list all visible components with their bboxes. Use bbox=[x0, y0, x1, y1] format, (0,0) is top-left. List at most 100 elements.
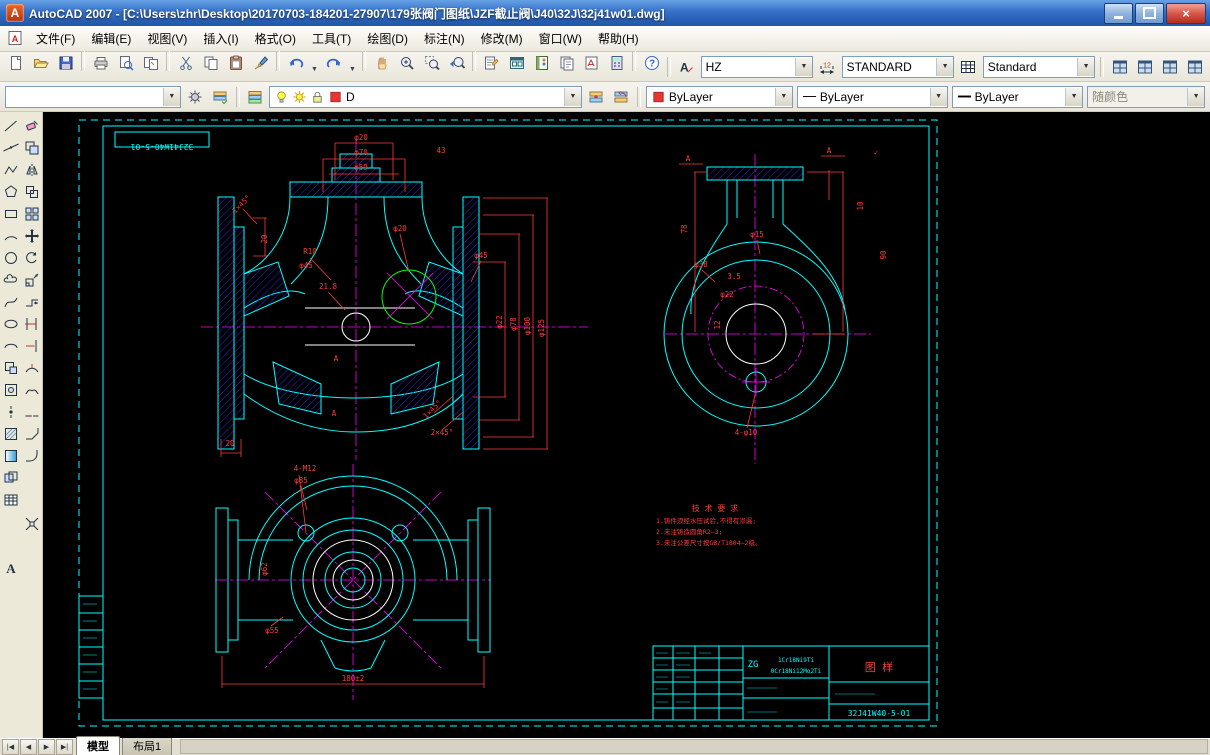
lineweight-combo[interactable]: ByLayer ▼ bbox=[951, 85, 1084, 108]
maximize-button[interactable] bbox=[1135, 2, 1164, 24]
viewport-3-button[interactable] bbox=[1157, 54, 1182, 79]
tool-palettes-button[interactable] bbox=[529, 51, 554, 76]
viewport-1-button[interactable] bbox=[1107, 54, 1132, 79]
layer-properties-manager-button[interactable] bbox=[243, 84, 267, 109]
dim-style-icon[interactable]: 12 bbox=[815, 54, 840, 79]
markup-set-manager-button[interactable] bbox=[579, 51, 604, 76]
tab-布局1[interactable]: 布局1 bbox=[122, 736, 173, 755]
viewport-2-button[interactable] bbox=[1132, 54, 1157, 79]
menu-item[interactable]: 标注(N) bbox=[416, 26, 473, 51]
layer-lock-icon[interactable] bbox=[310, 89, 325, 104]
tab-模型[interactable]: 模型 bbox=[76, 736, 120, 755]
chevron-down-icon[interactable]: ▼ bbox=[1065, 87, 1083, 106]
zoom-realtime-button[interactable] bbox=[394, 51, 419, 76]
properties-button[interactable] bbox=[479, 51, 504, 76]
layer-combo[interactable]: D ▼ bbox=[269, 85, 582, 108]
workspace-combo[interactable]: ▼ bbox=[5, 85, 181, 108]
quickcalc-button[interactable] bbox=[604, 51, 629, 76]
extend-button[interactable] bbox=[21, 335, 42, 356]
menu-item[interactable]: 窗口(W) bbox=[531, 26, 590, 51]
make-block-button[interactable] bbox=[0, 379, 21, 400]
redo-button[interactable] bbox=[321, 51, 346, 76]
revision-cloud-button[interactable] bbox=[0, 269, 21, 290]
cut-button[interactable] bbox=[173, 51, 198, 76]
chevron-down-icon[interactable]: ▼ bbox=[1077, 57, 1095, 76]
pan-button[interactable] bbox=[369, 51, 394, 76]
table-style-icon[interactable] bbox=[956, 54, 981, 79]
designcenter-button[interactable] bbox=[504, 51, 529, 76]
chevron-down-icon[interactable]: ▼ bbox=[563, 87, 581, 106]
break-at-point-button[interactable] bbox=[21, 357, 42, 378]
polyline-button[interactable] bbox=[0, 159, 21, 180]
move-button[interactable] bbox=[21, 225, 42, 246]
menu-item[interactable]: 修改(M) bbox=[473, 26, 531, 51]
help-button[interactable]: ? bbox=[639, 51, 664, 76]
redo-dropdown-arrow[interactable]: ▼ bbox=[346, 57, 359, 82]
offset-button[interactable] bbox=[21, 181, 42, 202]
tab-nav-button-0[interactable]: |◀ bbox=[2, 739, 19, 755]
copy-object-button[interactable] bbox=[21, 137, 42, 158]
mirror-button[interactable] bbox=[21, 159, 42, 180]
join-button[interactable] bbox=[21, 401, 42, 422]
fillet-button[interactable] bbox=[21, 445, 42, 466]
layer-on-icon[interactable] bbox=[274, 89, 289, 104]
menu-item[interactable]: 工具(T) bbox=[304, 26, 359, 51]
region-button[interactable] bbox=[0, 467, 21, 488]
menu-item[interactable]: 编辑(E) bbox=[83, 26, 139, 51]
circle-button[interactable] bbox=[0, 247, 21, 268]
layer-previous-button[interactable] bbox=[609, 84, 634, 109]
dim-style-combo[interactable]: STANDARD ▼ bbox=[841, 55, 955, 78]
color-combo[interactable]: ByLayer ▼ bbox=[645, 85, 793, 108]
insert-block-button[interactable] bbox=[0, 357, 21, 378]
menu-item[interactable]: 帮助(H) bbox=[590, 26, 647, 51]
erase-button[interactable] bbox=[21, 115, 42, 136]
line-button[interactable] bbox=[0, 115, 21, 136]
qnew-button[interactable] bbox=[3, 51, 28, 76]
explode-button[interactable] bbox=[21, 513, 42, 534]
layer-states-button[interactable] bbox=[208, 84, 233, 109]
zoom-previous-button[interactable] bbox=[444, 51, 469, 76]
point-button[interactable] bbox=[0, 401, 21, 422]
horizontal-scrollbar[interactable] bbox=[180, 739, 1208, 754]
chevron-down-icon[interactable]: ▼ bbox=[795, 57, 812, 76]
menu-item[interactable]: 插入(I) bbox=[195, 26, 246, 51]
zoom-window-button[interactable] bbox=[419, 51, 444, 76]
menu-item[interactable]: 视图(V) bbox=[139, 26, 195, 51]
scale-button[interactable] bbox=[21, 269, 42, 290]
break-button[interactable] bbox=[21, 379, 42, 400]
viewport-4-button[interactable] bbox=[1182, 54, 1207, 79]
polygon-button[interactable] bbox=[0, 181, 21, 202]
cad-drawing[interactable]: 32J41W40-5-01φ20φ70φ59431×45°20R10φ45φ20… bbox=[43, 112, 1210, 738]
text-style-combo[interactable]: HZ ▼ bbox=[700, 55, 813, 78]
menu-item[interactable]: 文件(F) bbox=[28, 26, 83, 51]
chevron-down-icon[interactable]: ▼ bbox=[162, 87, 180, 106]
arc-button[interactable] bbox=[0, 225, 21, 246]
sheet-set-manager-button[interactable] bbox=[554, 51, 579, 76]
tab-nav-button-3[interactable]: ▶| bbox=[56, 739, 73, 755]
close-button[interactable]: × bbox=[1166, 2, 1206, 24]
paste-button[interactable] bbox=[223, 51, 248, 76]
chamfer-button[interactable] bbox=[21, 423, 42, 444]
hatch-button[interactable] bbox=[0, 423, 21, 444]
chevron-down-icon[interactable]: ▼ bbox=[929, 87, 947, 106]
table-style-combo[interactable]: Standard ▼ bbox=[982, 55, 1096, 78]
construction-line-button[interactable] bbox=[0, 137, 21, 158]
menu-item[interactable]: 格式(O) bbox=[247, 26, 304, 51]
save-button[interactable] bbox=[53, 51, 78, 76]
ellipse-button[interactable] bbox=[0, 313, 21, 334]
menu-item[interactable]: 绘图(D) bbox=[359, 26, 416, 51]
multiline-text-button[interactable]: A bbox=[0, 557, 21, 578]
ellipse-arc-button[interactable] bbox=[0, 335, 21, 356]
tab-nav-button-2[interactable]: ▶ bbox=[38, 739, 55, 755]
plot-button[interactable] bbox=[88, 51, 113, 76]
rotate-button[interactable] bbox=[21, 247, 42, 268]
open-button[interactable] bbox=[28, 51, 53, 76]
drawing-document-icon[interactable]: A bbox=[7, 30, 24, 47]
match-properties-button[interactable] bbox=[248, 51, 273, 76]
chevron-down-icon[interactable]: ▼ bbox=[936, 57, 954, 76]
drawing-canvas[interactable]: 32J41W40-5-01 φ20 φ70 φ59 43 1×45° 20 R10 φ45 φ20… bbox=[43, 112, 1210, 738]
plot-preview-button[interactable] bbox=[113, 51, 138, 76]
trim-button[interactable] bbox=[21, 313, 42, 334]
undo-button[interactable] bbox=[283, 51, 308, 76]
workspace-settings-button[interactable] bbox=[183, 84, 208, 109]
